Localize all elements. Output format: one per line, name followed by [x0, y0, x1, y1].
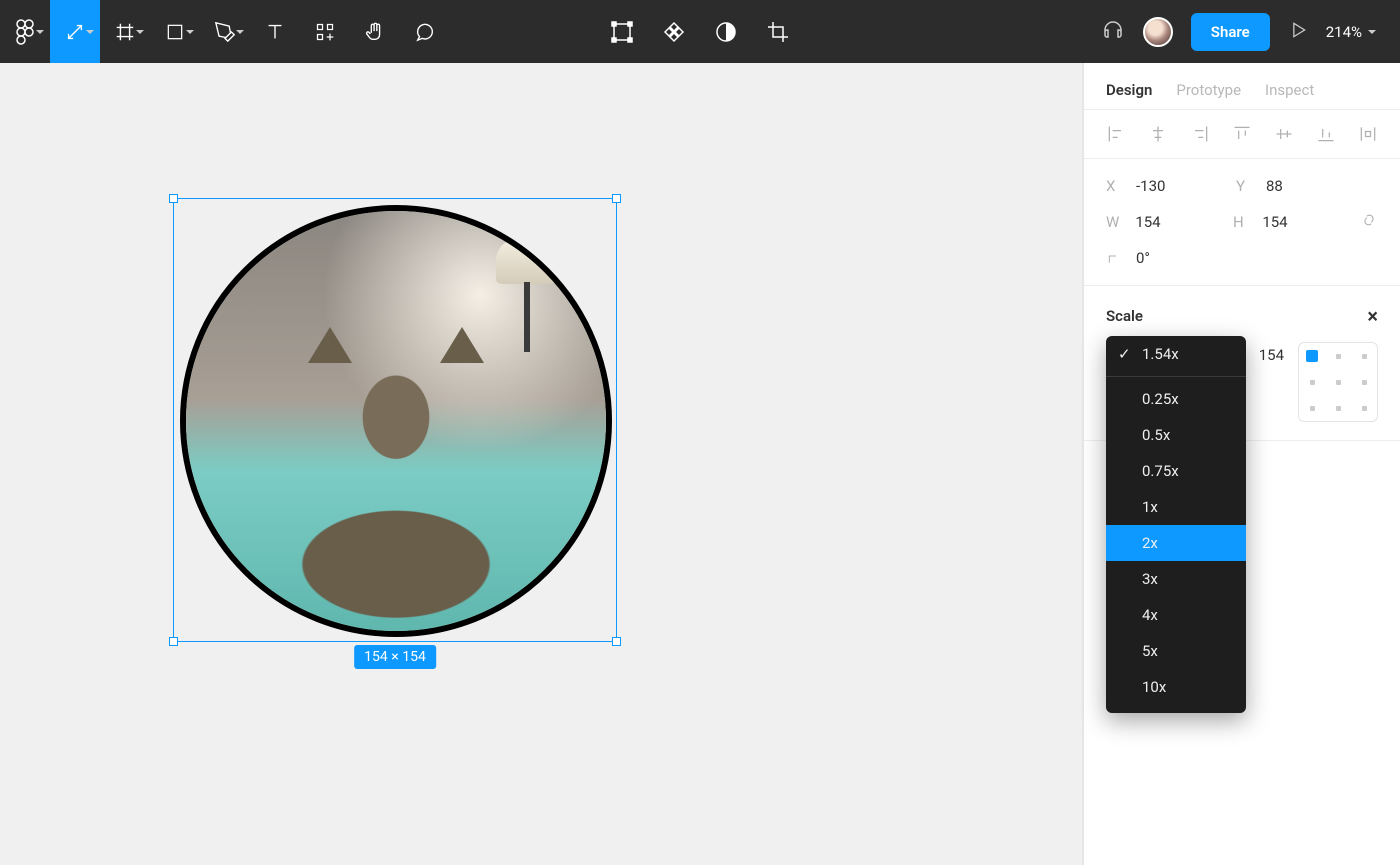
distribute-icon[interactable]	[1358, 124, 1378, 144]
toolbar-right: Share 214%	[1101, 13, 1400, 51]
scale-option[interactable]: 1x	[1106, 489, 1246, 525]
toolbar-center	[610, 0, 790, 63]
present-icon[interactable]	[1288, 20, 1308, 44]
scale-width-value[interactable]: 154	[1259, 346, 1284, 364]
scale-option[interactable]: 3x	[1106, 561, 1246, 597]
h-value[interactable]: 154	[1262, 213, 1360, 231]
scale-option[interactable]: 2x	[1106, 525, 1246, 561]
scale-option[interactable]: 0.25x	[1106, 381, 1246, 417]
avatar[interactable]	[1143, 17, 1173, 47]
component-icon[interactable]	[662, 0, 686, 63]
comment-tool[interactable]	[400, 0, 450, 63]
hand-tool[interactable]	[350, 0, 400, 63]
panel-tabs: Design Prototype Inspect	[1084, 63, 1400, 110]
resize-handle-br[interactable]	[612, 637, 621, 646]
edit-object-icon[interactable]	[610, 0, 634, 63]
link-wh-icon[interactable]	[1360, 211, 1378, 233]
headphones-icon[interactable]	[1101, 18, 1125, 46]
w-label: W	[1106, 213, 1135, 231]
scale-option-current[interactable]: 1.54x	[1106, 336, 1246, 372]
selection-bounds[interactable]: 154 × 154	[173, 198, 617, 642]
scale-title: Scale	[1106, 307, 1143, 325]
dropdown-separator	[1106, 376, 1246, 377]
mask-icon[interactable]	[714, 0, 738, 63]
figma-menu[interactable]	[0, 0, 50, 63]
tab-design[interactable]: Design	[1106, 81, 1152, 99]
dimensions-badge: 154 × 154	[354, 645, 436, 669]
pen-tool[interactable]	[200, 0, 250, 63]
tab-inspect[interactable]: Inspect	[1265, 81, 1314, 99]
resize-handle-bl[interactable]	[169, 637, 178, 646]
align-hcenter-icon[interactable]	[1148, 124, 1168, 144]
close-icon[interactable]: ×	[1367, 304, 1378, 328]
canvas[interactable]: 154 × 154	[0, 63, 1083, 865]
align-vcenter-icon[interactable]	[1274, 124, 1294, 144]
lamp-shape	[496, 236, 556, 326]
frame-tool[interactable]	[100, 0, 150, 63]
cat-photo	[186, 211, 606, 631]
scale-dropdown[interactable]: 1.54x 0.25x0.5x0.75x1x2x3x4x5x10x	[1106, 336, 1246, 713]
align-left-icon[interactable]	[1106, 124, 1126, 144]
share-button[interactable]: Share	[1191, 13, 1270, 51]
zoom-level[interactable]: 214%	[1326, 23, 1376, 41]
scale-tool[interactable]	[50, 0, 100, 63]
y-value[interactable]: 88	[1266, 177, 1366, 195]
scale-option[interactable]: 4x	[1106, 597, 1246, 633]
image-circle[interactable]	[180, 205, 612, 637]
scale-option[interactable]: 10x	[1106, 669, 1246, 705]
y-label: Y	[1236, 177, 1266, 195]
inspector-panel: Design Prototype Inspect X -130 Y 88 W 1…	[1083, 63, 1400, 865]
scale-option[interactable]: 0.5x	[1106, 417, 1246, 453]
resize-handle-tr[interactable]	[612, 194, 621, 203]
w-value[interactable]: 154	[1135, 213, 1233, 231]
align-right-icon[interactable]	[1190, 124, 1210, 144]
alignment-controls	[1084, 110, 1400, 159]
rotation-value[interactable]: 0°	[1136, 249, 1236, 267]
crop-icon[interactable]	[766, 0, 790, 63]
align-bottom-icon[interactable]	[1316, 124, 1336, 144]
scale-option[interactable]: 5x	[1106, 633, 1246, 669]
cat-shape	[249, 329, 543, 623]
resize-handle-tl[interactable]	[169, 194, 178, 203]
h-label: H	[1233, 213, 1262, 231]
tab-prototype[interactable]: Prototype	[1176, 81, 1241, 99]
text-tool[interactable]	[250, 0, 300, 63]
transform-properties: X -130 Y 88 W 154 H 154 0°	[1084, 159, 1400, 286]
resources-tool[interactable]	[300, 0, 350, 63]
align-top-icon[interactable]	[1232, 124, 1252, 144]
x-value[interactable]: -130	[1136, 177, 1236, 195]
x-label: X	[1106, 177, 1136, 195]
toolbar: Share 214%	[0, 0, 1400, 63]
constraint-selector[interactable]	[1298, 342, 1378, 422]
scale-section: Scale × 154 1.54x 0.25x0.5x0.75x1x2x3x4x…	[1084, 286, 1400, 441]
scale-option[interactable]: 0.75x	[1106, 453, 1246, 489]
rotation-icon	[1106, 250, 1136, 266]
shape-tool[interactable]	[150, 0, 200, 63]
toolbar-left	[0, 0, 450, 63]
